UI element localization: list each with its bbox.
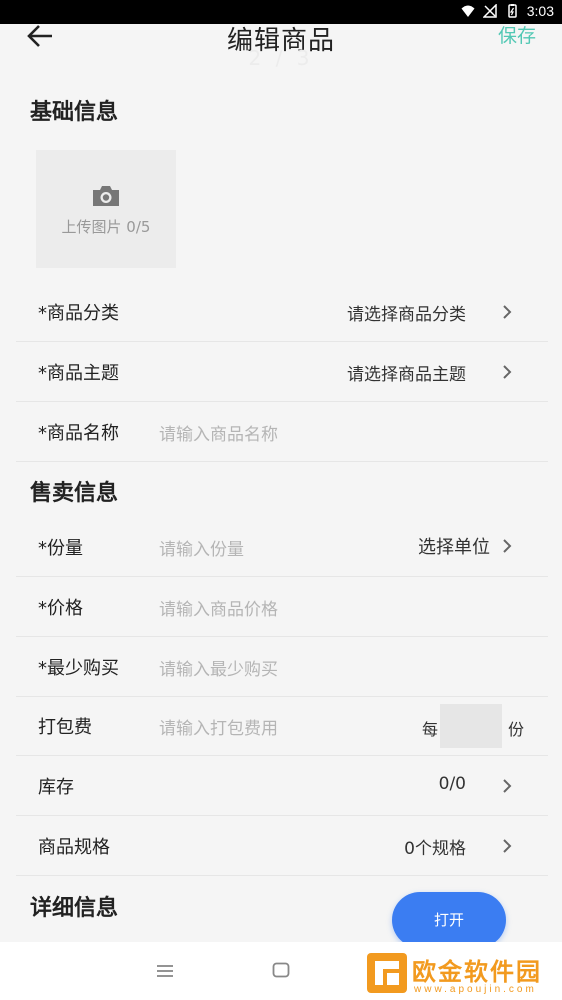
packing-quantity-input[interactable] (440, 704, 502, 748)
category-row[interactable]: *商品分类 请选择商品分类 (16, 282, 548, 342)
stock-label: 库存 (38, 777, 74, 798)
packing-fee-input[interactable]: 请输入打包费用 (159, 714, 278, 739)
theme-label: *商品主题 (38, 363, 119, 384)
image-upload[interactable]: 上传图片 0/5 (36, 150, 176, 268)
open-button[interactable]: 打开 (392, 892, 506, 948)
packing-per-label: 每 (421, 720, 438, 739)
min-buy-label: *最少购买 (38, 658, 119, 679)
name-label: *商品名称 (38, 423, 119, 444)
min-buy-row: *最少购买 请输入最少购买 (16, 637, 548, 697)
status-time: 3:03 (526, 3, 554, 19)
watermark-logo-icon (367, 953, 407, 993)
page-indicator: 2 / 3 (248, 46, 314, 70)
chevron-right-icon (503, 779, 512, 793)
upload-label: 上传图片 0/5 (61, 218, 151, 236)
name-input[interactable]: 请输入商品名称 (159, 420, 278, 445)
min-buy-input[interactable]: 请输入最少购买 (159, 655, 278, 680)
portion-label: *份量 (38, 538, 83, 559)
wifi-icon (461, 5, 475, 17)
name-row: *商品名称 请输入商品名称 (16, 402, 548, 462)
stock-row[interactable]: 库存 0/0 (16, 756, 548, 816)
no-signal-icon (482, 4, 497, 18)
theme-value: 请选择商品主题 (347, 365, 466, 385)
chevron-right-icon (503, 839, 512, 853)
battery-icon (508, 4, 517, 18)
chevron-right-icon (503, 365, 512, 379)
home-icon[interactable] (272, 962, 290, 978)
category-value: 请选择商品分类 (347, 305, 466, 325)
chevron-right-icon[interactable] (502, 538, 512, 554)
spec-value: 0个规格 (404, 839, 466, 859)
section-title-basic: 基础信息 (30, 100, 119, 125)
price-input[interactable]: 请输入商品价格 (159, 595, 278, 620)
save-button[interactable]: 保存 (498, 21, 536, 48)
packing-unit-label: 份 (507, 720, 524, 739)
menu-icon[interactable] (156, 964, 174, 978)
camera-icon (93, 186, 119, 206)
watermark-text: 欧金软件园 (412, 958, 542, 986)
stock-value: 0/0 (438, 774, 466, 794)
packing-fee-label: 打包费 (38, 717, 92, 738)
packing-fee-row: 打包费 请输入打包费用 每 份 (16, 696, 548, 756)
unit-selector[interactable]: 选择单位 (418, 533, 490, 559)
section-title-sales: 售卖信息 (30, 481, 119, 506)
price-row: *价格 请输入商品价格 (16, 577, 548, 637)
spec-label: 商品规格 (38, 837, 110, 858)
status-icons: 3:03 (461, 3, 554, 19)
spec-row[interactable]: 商品规格 0个规格 (16, 816, 548, 876)
app-header: 编辑商品 2 / 3 保存 (0, 24, 562, 76)
category-label: *商品分类 (38, 303, 119, 324)
chevron-right-icon (503, 305, 512, 319)
price-label: *价格 (38, 598, 83, 619)
watermark: 欧金软件园 www.apoujin.com (362, 944, 560, 1000)
portion-input[interactable]: 请输入份量 (159, 535, 244, 560)
section-title-detail: 详细信息 (30, 896, 119, 921)
portion-row: *份量 请输入份量 选择单位 (16, 517, 548, 577)
watermark-url: www.apoujin.com (414, 984, 537, 995)
theme-row[interactable]: *商品主题 请选择商品主题 (16, 342, 548, 402)
